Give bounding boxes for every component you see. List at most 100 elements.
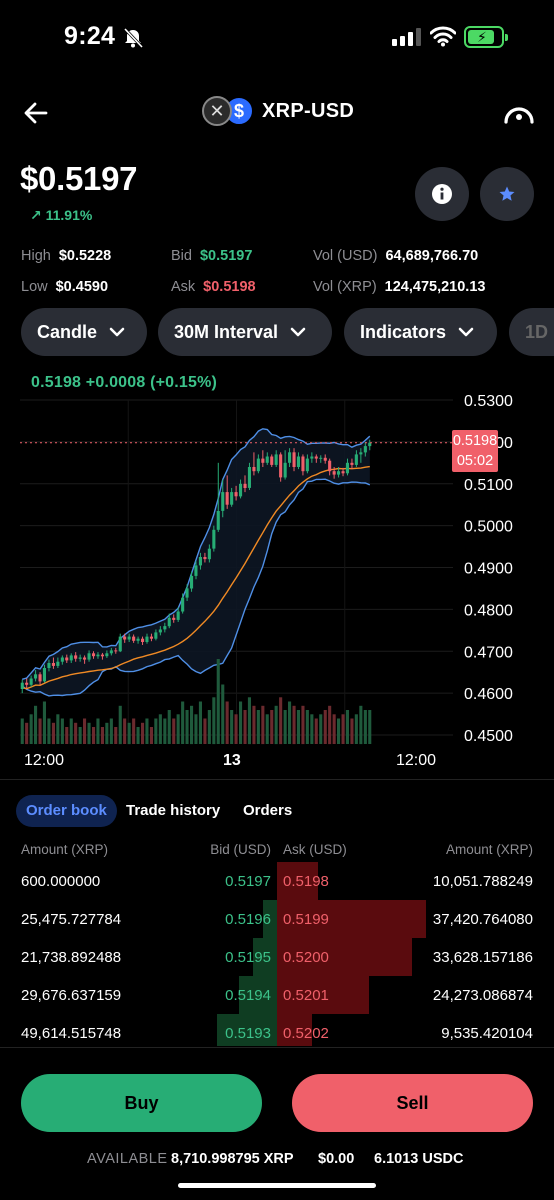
bid-amount: 29,676.637159 — [21, 987, 122, 1004]
candle-body — [20, 682, 24, 689]
order-book-row[interactable]: 29,676.637159 0.5194 0.5201 24,273.08687… — [0, 976, 554, 1014]
bid-amount: 600.000000 — [21, 873, 101, 890]
chevron-down-icon — [109, 327, 125, 337]
candle-body — [328, 460, 332, 472]
volume-bar — [118, 705, 122, 745]
y-tick-label: 0.4600 — [464, 686, 513, 703]
last-price-tag: 0.5198 05:02 — [452, 430, 498, 472]
stat-vol-xrp-value: 124,475,210.13 — [384, 279, 486, 295]
order-book-row[interactable]: 600.000000 0.5197 0.5198 10,051.788249 — [0, 862, 554, 900]
candle-body — [105, 653, 109, 657]
buy-button[interactable]: Buy — [21, 1074, 262, 1132]
candle-body — [74, 655, 78, 659]
volume-bar — [51, 722, 55, 745]
divider — [0, 779, 554, 780]
candle-body — [100, 654, 104, 657]
candle-body — [123, 636, 127, 640]
volume-bar — [194, 714, 198, 744]
candle-body — [221, 492, 225, 511]
order-book: 600.000000 0.5197 0.5198 10,051.788249 2… — [0, 862, 554, 1046]
stat-high-label: High — [21, 248, 51, 264]
volume-bar — [74, 722, 78, 745]
x-tick-label: 12:00 — [396, 752, 437, 769]
candle-body — [314, 456, 318, 459]
candle-body — [163, 626, 167, 630]
volume-bar — [252, 705, 256, 745]
candle-body — [270, 456, 274, 465]
volume-bar — [109, 718, 113, 744]
candle-body — [83, 657, 87, 660]
order-book-row[interactable]: 49,614.515748 0.5193 0.5202 9,535.420104 — [0, 1014, 554, 1046]
volume-bar — [198, 701, 202, 744]
watchlist-button[interactable] — [480, 167, 534, 221]
chevron-down-icon — [458, 327, 474, 337]
order-book-row[interactable]: 25,475.727784 0.5196 0.5199 37,420.76408… — [0, 900, 554, 938]
sell-button[interactable]: Sell — [292, 1074, 533, 1132]
bell-off-icon — [123, 27, 144, 49]
volume-bar — [149, 727, 153, 744]
tab-trade-history[interactable]: Trade history — [126, 795, 220, 827]
volume-bar — [145, 718, 149, 744]
candle-body — [332, 471, 336, 475]
indicators-dropdown[interactable]: Indicators — [344, 308, 497, 356]
candle-body — [230, 492, 234, 505]
chart-type-dropdown[interactable]: Candle — [21, 308, 147, 356]
candle-body — [283, 462, 287, 478]
interval-dropdown[interactable]: 30M Interval — [158, 308, 332, 356]
volume-bar — [123, 718, 127, 744]
volume-bar — [127, 722, 131, 745]
current-price: $0.5197 — [20, 160, 138, 197]
candle-body — [216, 511, 220, 530]
volume-bar — [20, 718, 24, 744]
candle-body — [190, 575, 194, 589]
gauge-icon[interactable] — [502, 98, 536, 128]
volume-bar — [279, 697, 283, 745]
candle-body — [167, 617, 171, 627]
bid-amount: 21,738.892488 — [21, 949, 122, 966]
last-price-tag-value: 0.5198 — [452, 433, 498, 449]
volume-bar — [261, 705, 265, 745]
candle-body — [292, 452, 296, 467]
chart-controls: Candle 30M Interval Indicators 1D — [0, 308, 554, 356]
volume-bar — [38, 718, 42, 744]
candle-body — [69, 655, 73, 661]
volume-bar — [310, 714, 314, 744]
volume-bar — [92, 727, 96, 744]
volume-bar — [29, 714, 33, 744]
volume-bar — [301, 705, 305, 745]
order-book-row[interactable]: 21,738.892488 0.5195 0.5200 33,628.15718… — [0, 938, 554, 976]
wifi-icon — [430, 26, 456, 47]
info-button[interactable] — [415, 167, 469, 221]
tab-orders[interactable]: Orders — [243, 795, 292, 827]
volume-bar — [207, 710, 211, 744]
candle-body — [34, 674, 38, 679]
battery-charging-icon: ⚡ — [464, 26, 508, 48]
candle-body — [247, 467, 251, 488]
candle-body — [185, 588, 189, 598]
candle-body — [154, 632, 158, 639]
range-1d-button[interactable]: 1D — [509, 308, 554, 356]
candle-body — [141, 638, 145, 642]
candle-body — [234, 492, 238, 497]
volume-bar — [203, 718, 207, 744]
stat-vol-xrp: Vol (XRP) 124,475,210.13 — [313, 279, 485, 295]
candle-body — [47, 663, 51, 668]
tab-order-book[interactable]: Order book — [16, 795, 117, 827]
stat-bid-value: $0.5197 — [199, 248, 253, 264]
stat-vol-usd: Vol (USD) 64,689,766.70 — [313, 248, 478, 264]
stat-ask-value: $0.5198 — [203, 279, 256, 295]
stat-bid-label: Bid — [171, 248, 192, 264]
volume-bar — [78, 727, 82, 744]
candle-body — [319, 457, 323, 459]
back-arrow-icon[interactable] — [22, 99, 50, 127]
volume-bar — [363, 710, 367, 744]
volume-bar — [243, 710, 247, 744]
bid-price: 0.5195 — [225, 949, 271, 966]
candle-body — [279, 454, 283, 478]
ask-amount: 37,420.764080 — [432, 911, 533, 928]
x-tick-label: 12:00 — [24, 752, 65, 769]
volume-bar — [314, 718, 318, 744]
volume-bar — [96, 718, 100, 744]
candle-body — [65, 657, 69, 661]
x-tick-label: 13 — [223, 752, 241, 769]
